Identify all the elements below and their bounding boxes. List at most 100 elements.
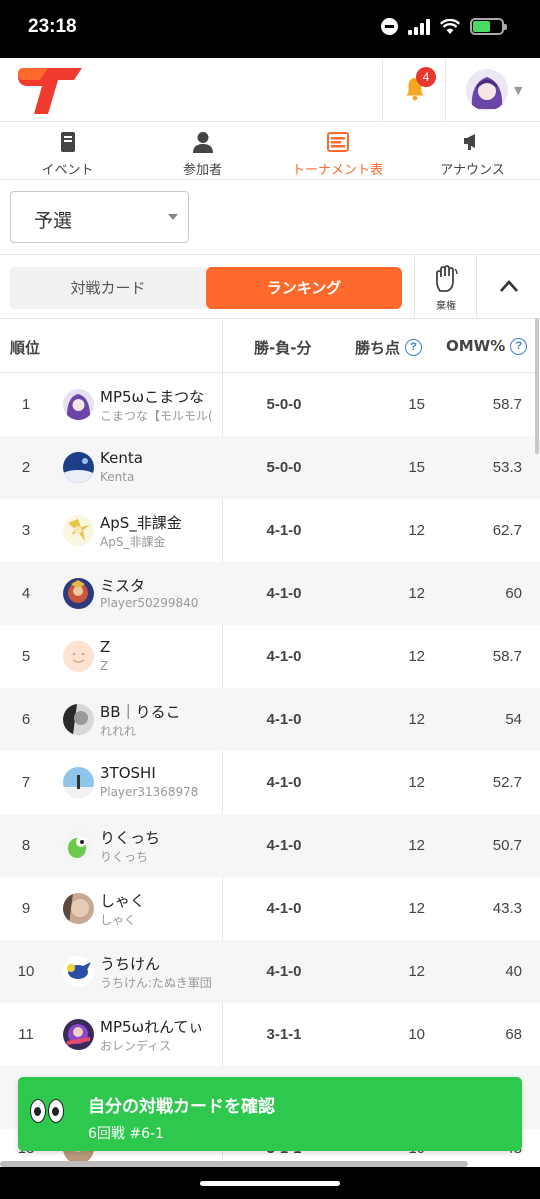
notification-badge: 4 bbox=[416, 67, 436, 87]
do-not-disturb-icon bbox=[381, 18, 398, 35]
app-header: 4 ▼ bbox=[0, 58, 540, 122]
drop-label: 棄権 bbox=[436, 301, 456, 312]
person-icon bbox=[192, 132, 213, 153]
tab-event[interactable]: イベント bbox=[0, 122, 135, 179]
status-icons bbox=[381, 18, 507, 35]
table-row[interactable]: 3 ApS_非課金 ApS_非課金 4-1-0 12 62.7 bbox=[0, 499, 540, 562]
points-cell: 12 bbox=[408, 774, 425, 791]
rank-cell: 6 bbox=[21, 711, 31, 728]
help-icon[interactable]: ? bbox=[510, 337, 528, 355]
points-cell: 15 bbox=[408, 396, 425, 413]
avatar bbox=[466, 69, 508, 111]
record-cell: 4-1-0 bbox=[266, 585, 302, 602]
player-subname: Kenta bbox=[100, 470, 135, 484]
points-cell: 12 bbox=[408, 900, 425, 917]
app-logo[interactable] bbox=[18, 68, 82, 118]
col-omw: OMW%? bbox=[446, 337, 528, 355]
rank-cell: 1 bbox=[21, 396, 31, 413]
table-row[interactable]: 10 うちけん うちけん:たぬき軍団 4-1-0 12 40 bbox=[0, 940, 540, 1003]
tab-label: トーナメント表 bbox=[291, 163, 383, 178]
rank-cell: 3 bbox=[21, 522, 31, 539]
home-indicator[interactable] bbox=[200, 1181, 340, 1186]
collapse-button[interactable] bbox=[476, 255, 540, 319]
rank-cell: 2 bbox=[21, 459, 31, 476]
drop-button[interactable]: 棄権 bbox=[414, 255, 476, 319]
tab-label: アナウンス bbox=[440, 163, 505, 178]
vertical-scrollbar[interactable] bbox=[535, 318, 539, 454]
player-subname: れれれ bbox=[100, 724, 137, 738]
table-row[interactable]: 11 MP5ωれんてぃ おレンディス 3-1-1 10 68 bbox=[0, 1003, 540, 1066]
omw-cell: 58.7 bbox=[492, 396, 522, 413]
wifi-icon bbox=[440, 18, 460, 34]
table-row[interactable]: 1 MP5ωこまつな こまつな【モルモル( 5-0-0 15 58.7 bbox=[0, 373, 540, 436]
match-cards-tab[interactable]: 対戦カード bbox=[10, 267, 206, 309]
col-points: 勝ち点? bbox=[355, 337, 423, 358]
avatar bbox=[63, 641, 94, 672]
player-subname: うちけん:たぬき軍団 bbox=[100, 976, 212, 990]
player-name: Z bbox=[100, 638, 111, 656]
record-cell: 4-1-0 bbox=[266, 900, 302, 917]
bracket-icon bbox=[326, 132, 349, 152]
record-cell: 4-1-0 bbox=[266, 648, 302, 665]
avatar bbox=[63, 515, 94, 546]
table-row[interactable]: 4 ミスタ Player50299840 4-1-0 12 60 bbox=[0, 562, 540, 625]
avatar bbox=[63, 767, 94, 798]
points-cell: 12 bbox=[408, 522, 425, 539]
ranking-table-header: 順位 勝-負-分 勝ち点? OMW%? bbox=[0, 320, 540, 373]
rank-cell: 4 bbox=[21, 585, 31, 602]
omw-cell: 60 bbox=[505, 585, 522, 602]
avatar bbox=[63, 830, 94, 861]
avatar bbox=[63, 578, 94, 609]
chevron-down-icon: ▼ bbox=[514, 83, 523, 97]
table-row[interactable]: 5 Z Z 4-1-0 12 58.7 bbox=[0, 625, 540, 688]
my-match-card-banner[interactable]: 自分の対戦カードを確認 6回戦 #6-1 bbox=[18, 1077, 522, 1151]
player-subname: こまつな【モルモル( bbox=[100, 409, 213, 423]
table-row[interactable]: 2 Kenta Kenta 5-0-0 15 53.3 bbox=[0, 436, 540, 499]
points-cell: 12 bbox=[408, 711, 425, 728]
omw-cell: 62.7 bbox=[492, 522, 522, 539]
rank-cell: 5 bbox=[21, 648, 31, 665]
view-toolbar: 対戦カード ランキング 棄権 bbox=[0, 254, 540, 319]
player-subname: Player50299840 bbox=[100, 596, 199, 610]
tab-announce[interactable]: アナウンス bbox=[405, 122, 540, 179]
view-switch: 対戦カード ランキング bbox=[10, 267, 402, 309]
caret-down-icon bbox=[168, 214, 178, 220]
points-cell: 12 bbox=[408, 837, 425, 854]
record-cell: 4-1-0 bbox=[266, 711, 302, 728]
document-icon bbox=[60, 132, 75, 152]
player-name: BB｜りるこ bbox=[100, 703, 181, 721]
table-row[interactable]: 8 りくっち りくっち 4-1-0 12 50.7 bbox=[0, 814, 540, 877]
omw-cell: 52.7 bbox=[492, 774, 522, 791]
omw-cell: 50.7 bbox=[492, 837, 522, 854]
notifications-button[interactable]: 4 bbox=[382, 58, 446, 122]
player-name: MP5ωれんてぃ bbox=[100, 1018, 204, 1036]
profile-menu[interactable]: ▼ bbox=[466, 69, 522, 111]
player-subname: ApS_非課金 bbox=[100, 535, 166, 549]
record-cell: 5-0-0 bbox=[266, 459, 302, 476]
player-subname: りくっち bbox=[100, 850, 149, 864]
points-cell: 12 bbox=[408, 585, 425, 602]
record-cell: 4-1-0 bbox=[266, 522, 302, 539]
rank-cell: 11 bbox=[18, 1026, 34, 1043]
tab-participants[interactable]: 参加者 bbox=[135, 122, 270, 179]
help-icon[interactable]: ? bbox=[405, 339, 423, 356]
hand-wave-icon bbox=[435, 265, 458, 292]
table-row[interactable]: 6 BB｜りるこ れれれ 4-1-0 12 54 bbox=[0, 688, 540, 751]
player-name: ApS_非課金 bbox=[100, 514, 182, 532]
record-cell: 4-1-0 bbox=[266, 837, 302, 854]
omw-cell: 40 bbox=[505, 963, 522, 980]
ranking-tab[interactable]: ランキング bbox=[206, 267, 402, 309]
col-points-label: 勝ち点 bbox=[355, 339, 401, 357]
omw-cell: 54 bbox=[505, 711, 522, 728]
table-row[interactable]: 7 3TOSHI Player31368978 4-1-0 12 52.7 bbox=[0, 751, 540, 814]
avatar bbox=[63, 956, 94, 987]
tab-label: イベント bbox=[41, 163, 94, 178]
player-subname: Z bbox=[100, 659, 109, 673]
rank-cell: 7 bbox=[21, 774, 31, 791]
round-select[interactable]: 予選 bbox=[10, 191, 189, 243]
status-bar: 23:18 bbox=[0, 0, 540, 58]
signal-icon bbox=[408, 18, 430, 35]
tab-tournament[interactable]: トーナメント表 bbox=[270, 122, 405, 179]
table-row[interactable]: 9 しゃく しゃく 4-1-0 12 43.3 bbox=[0, 877, 540, 940]
chevron-up-icon bbox=[500, 280, 518, 292]
